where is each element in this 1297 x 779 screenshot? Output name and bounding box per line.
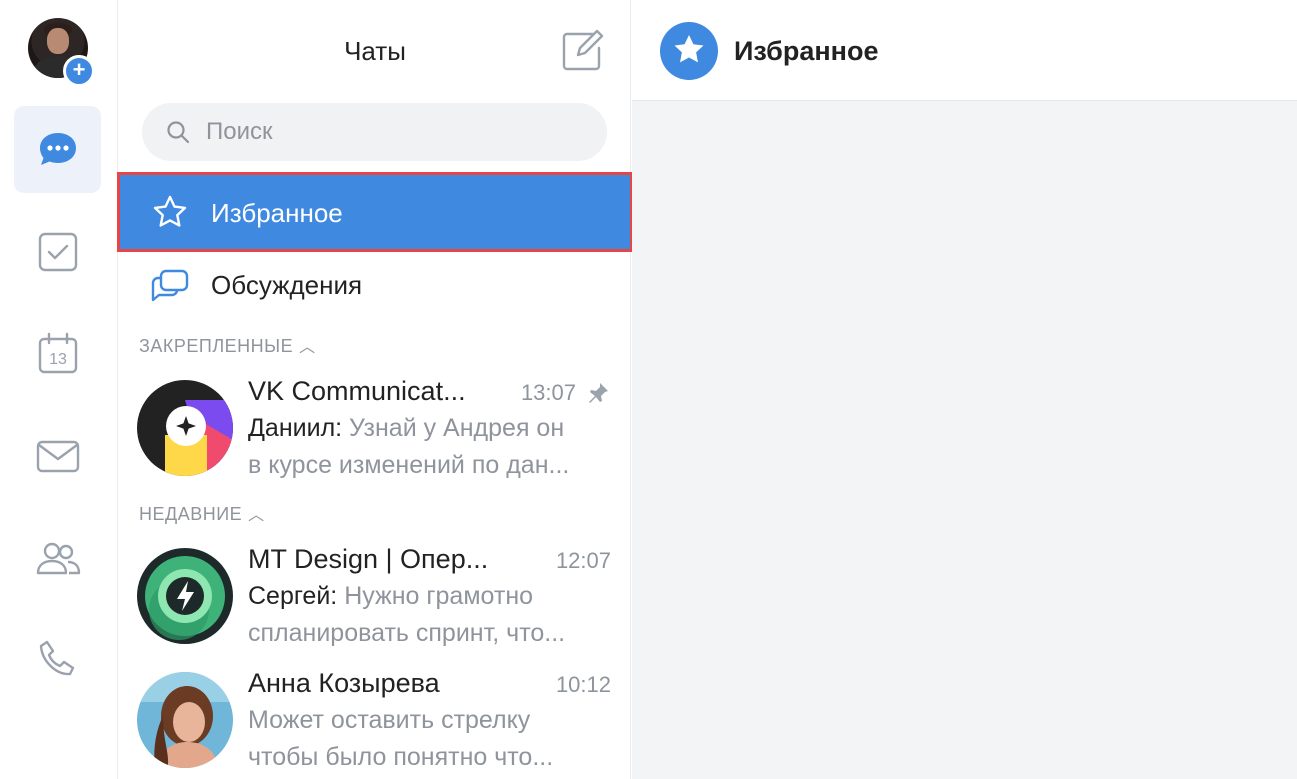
search-input[interactable] (206, 115, 586, 149)
chat-time: 12:07 (555, 548, 611, 573)
chat-author: Сергей: (248, 582, 338, 610)
chevron-up-icon: ︿ (248, 507, 265, 524)
conversation-title: Избранное (734, 36, 879, 66)
rail-item-chats[interactable] (14, 106, 101, 193)
chat-item[interactable]: MT Design | Опер... 12:07 Сергей: Нужно … (119, 538, 631, 658)
chat-avatar (137, 548, 233, 644)
chat-avatar (137, 672, 233, 768)
chat-preview-line1: Может оставить стрелку (248, 706, 531, 734)
add-account-icon[interactable]: + (63, 55, 95, 87)
favorites-label: Избранное (211, 198, 343, 228)
section-pinned[interactable]: ЗАКРЕПЛЕННЫЕ ︿ (139, 333, 316, 357)
chat-list-title: Чаты (344, 36, 406, 66)
rail-item-tasks[interactable] (14, 208, 101, 295)
chat-name: VK Communicat... (248, 376, 466, 406)
section-recent-label: НЕДАВНИЕ (139, 504, 243, 524)
section-pinned-label: ЗАКРЕПЛЕННЫЕ (139, 336, 294, 356)
chat-preview-line2: в курсе изменений по дан... (248, 451, 570, 479)
chat-name: Анна Козырева (248, 668, 440, 698)
rail-item-calendar[interactable]: 13 (14, 310, 101, 397)
compose-icon[interactable] (559, 28, 605, 74)
mail-icon (36, 440, 79, 472)
rail-item-calls[interactable] (14, 616, 101, 703)
chat-list-panel: Чаты Избранное Обсуждения ЗАКРЕПЛЕННЫЕ ︿ (117, 0, 633, 779)
star-outline-icon (153, 195, 187, 227)
app-rail: + 13 (0, 0, 118, 779)
favorites-avatar (660, 22, 718, 80)
chevron-up-icon: ︿ (299, 339, 316, 356)
chat-time: 13:07 (520, 380, 576, 405)
chat-preview-line2: спланировать спринт, что... (248, 619, 566, 647)
favorites-item[interactable]: Избранное (117, 172, 633, 252)
section-recent[interactable]: НЕДАВНИЕ ︿ (139, 501, 265, 525)
chat-time: 10:12 (555, 672, 611, 697)
discussions-item[interactable]: Обсуждения (119, 250, 631, 320)
contacts-icon (36, 542, 80, 574)
chat-preview-line1: Даниил: Узнай у Андрея он (248, 414, 565, 442)
conversation-pane: Избранное (632, 0, 1297, 779)
pin-icon (589, 383, 608, 403)
star-filled-icon (674, 35, 704, 63)
chat-bubble-icon (39, 132, 76, 165)
chat-avatar (137, 380, 233, 476)
chat-item[interactable]: Анна Козырева 10:12 Может оставить стрел… (119, 662, 631, 779)
chat-author: Даниил: (248, 414, 343, 442)
rail-item-mail[interactable] (14, 412, 101, 499)
search-box[interactable] (142, 103, 607, 161)
discussions-label: Обсуждения (211, 270, 363, 300)
chat-item[interactable]: VK Communicat... 13:07 Даниил: Узнай у А… (119, 370, 631, 490)
calendar-day: 13 (49, 351, 67, 368)
discussions-icon (151, 269, 189, 302)
calendar-icon: 13 (38, 332, 77, 373)
phone-icon (39, 640, 74, 675)
conversation-header: Избранное (632, 0, 1297, 101)
chat-name: MT Design | Опер... (248, 544, 489, 574)
rail-item-contacts[interactable] (14, 514, 101, 601)
checkbox-icon (38, 232, 77, 271)
chat-preview-line2: чтобы было понятно что... (248, 743, 554, 771)
search-icon (167, 121, 190, 144)
chat-preview-line1: Сергей: Нужно грамотно (248, 582, 534, 610)
